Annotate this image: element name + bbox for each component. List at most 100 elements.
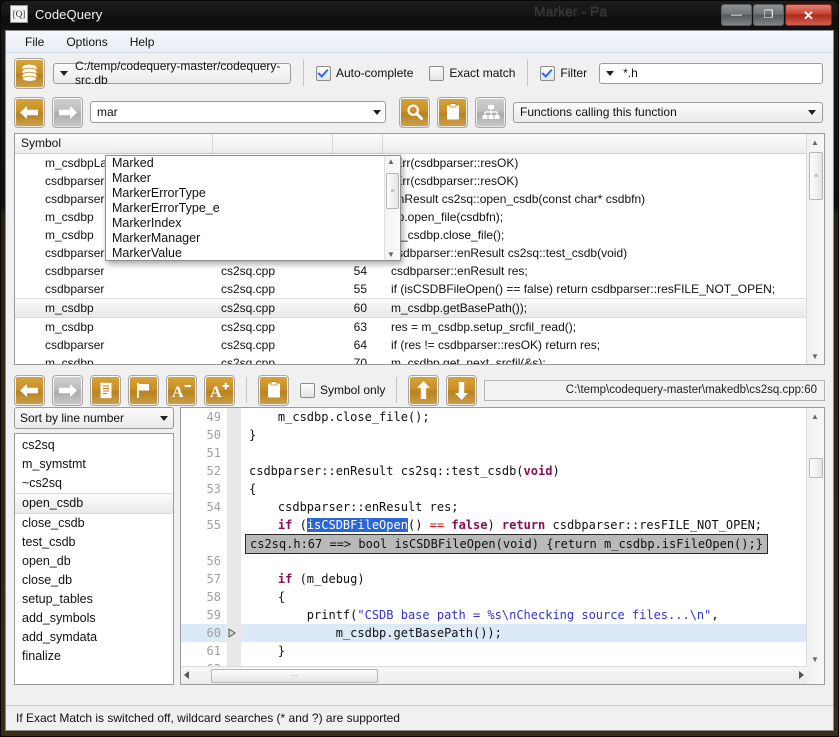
code-scroll-thumb[interactable]	[809, 458, 823, 478]
code-line[interactable]: 49 m_csdbp.close_file();	[181, 408, 807, 426]
symbol-list-item[interactable]: add_symdata	[15, 628, 173, 647]
editor-forward-button[interactable]	[52, 375, 83, 406]
table-row[interactable]: m_csdbpcs2sq.cpp60m_csdbp.getBasePath())…	[15, 298, 824, 318]
symbol-list-item[interactable]: finalize	[15, 647, 173, 666]
symbol-list-item[interactable]: open_csdb	[15, 493, 173, 514]
chevron-down-icon[interactable]	[373, 110, 381, 115]
table-row[interactable]: csdbparsercs2sq.cpp64if (res != csdbpars…	[15, 336, 824, 354]
query-type-combo[interactable]: Functions calling this function	[513, 102, 823, 123]
table-row[interactable]: csdbparsercs2sq.cpp54csdbparser::enResul…	[15, 262, 824, 280]
bookmark-button[interactable]	[128, 375, 159, 406]
table-row[interactable]: csdbparsercs2sq.cpp55if (isCSDBFileOpen(…	[15, 280, 824, 298]
symbol-list-item[interactable]: cs2sq	[15, 436, 173, 455]
code-line-margin[interactable]	[227, 642, 241, 660]
filter-combo[interactable]: *.h	[599, 63, 823, 84]
menu-options[interactable]: Options	[55, 33, 118, 51]
scroll-down-icon[interactable]: ▼	[387, 250, 395, 259]
prev-match-button[interactable]	[408, 375, 439, 406]
code-line[interactable]: 51	[181, 444, 807, 462]
code-line-margin[interactable]	[227, 570, 241, 588]
editor-copy-button[interactable]	[258, 375, 289, 406]
autocomplete-checkbox[interactable]: Auto-complete	[316, 66, 413, 81]
minimize-button[interactable]: —	[721, 4, 752, 26]
run-search-button[interactable]	[399, 97, 430, 128]
column-header-symbol[interactable]: Symbol	[15, 134, 213, 153]
column-header-line[interactable]	[333, 134, 383, 153]
filter-checkbox[interactable]: Filter	[540, 66, 587, 81]
code-line-margin[interactable]	[227, 552, 241, 570]
code-line-margin[interactable]	[227, 624, 241, 642]
code-line[interactable]: 54 csdbparser::enResult res;	[181, 498, 807, 516]
code-vertical-scrollbar[interactable]: ▲ ▼	[806, 408, 824, 684]
scroll-down-icon[interactable]: ▼	[807, 651, 823, 667]
symbol-list-item[interactable]: setup_tables	[15, 590, 173, 609]
code-line-margin[interactable]	[227, 444, 241, 462]
scroll-up-icon[interactable]: ▲	[807, 134, 823, 150]
autocomplete-item[interactable]: MarkerIndex	[106, 216, 400, 231]
results-scroll-thumb[interactable]: ≡	[809, 152, 823, 200]
symbol-list-item[interactable]: close_csdb	[15, 514, 173, 533]
column-header-text[interactable]	[383, 134, 824, 153]
code-line[interactable]: 60 m_csdbp.getBasePath());	[181, 624, 807, 642]
symbol-list-item[interactable]: ~cs2sq	[15, 474, 173, 493]
exact-match-checkbox[interactable]: Exact match	[429, 66, 515, 81]
code-line-margin[interactable]	[227, 606, 241, 624]
symbol-list-item[interactable]: test_csdb	[15, 533, 173, 552]
autocomplete-item[interactable]: MarkerErrorType	[106, 186, 400, 201]
code-line-margin[interactable]	[227, 426, 241, 444]
search-forward-button[interactable]	[52, 97, 83, 128]
symbol-list-item[interactable]: add_symbols	[15, 609, 173, 628]
menu-help[interactable]: Help	[119, 33, 166, 51]
next-match-button[interactable]	[446, 375, 477, 406]
table-row[interactable]: m_csdbpcs2sq.cpp63res = m_csdbp.setup_sr…	[15, 318, 824, 336]
code-line[interactable]: 52csdbparser::enResult cs2sq::test_csdb(…	[181, 462, 807, 480]
autocomplete-scroll-thumb[interactable]: ≡	[386, 173, 399, 209]
sort-combo[interactable]: Sort by line number	[14, 407, 174, 429]
symbol-list-item[interactable]: open_db	[15, 552, 173, 571]
font-decrease-button[interactable]: A	[166, 375, 197, 406]
font-increase-button[interactable]: A	[204, 375, 235, 406]
symbol-list-item[interactable]: close_db	[15, 571, 173, 590]
code-line[interactable]: 59 printf("CSDB base path = %s\nChecking…	[181, 606, 807, 624]
code-line-margin[interactable]	[227, 498, 241, 516]
code-line-margin[interactable]	[227, 516, 241, 534]
autocomplete-popup[interactable]: MarkedMarkerMarkerErrorTypeMarkerErrorTy…	[105, 155, 401, 261]
panel-splitter[interactable]	[14, 368, 825, 371]
autocomplete-item[interactable]: MarkerErrorType_e	[106, 201, 400, 216]
close-button[interactable]: ✕	[785, 4, 832, 26]
call-tree-button[interactable]	[475, 97, 506, 128]
menu-file[interactable]: File	[14, 33, 55, 51]
code-line[interactable]: 50}	[181, 426, 807, 444]
code-line[interactable]: 56	[181, 552, 807, 570]
code-hscroll-thumb[interactable]: ⋯	[211, 669, 378, 683]
editor-back-button[interactable]	[14, 375, 45, 406]
search-back-button[interactable]	[14, 97, 45, 128]
code-line[interactable]: 55 if (isCSDBFileOpen() == false) return…	[181, 516, 807, 534]
code-line[interactable]: 53{	[181, 480, 807, 498]
open-database-button[interactable]	[14, 58, 45, 89]
symbol-only-checkbox[interactable]: Symbol only	[300, 383, 385, 398]
symbol-list[interactable]: cs2sqm_symstmt~cs2sqopen_csdbclose_csdbt…	[14, 433, 174, 685]
autocomplete-item[interactable]: Marked	[106, 156, 400, 171]
code-line-margin[interactable]	[227, 480, 241, 498]
scroll-up-icon[interactable]: ▲	[387, 157, 395, 166]
results-vertical-scrollbar[interactable]: ▲ ≡ ▼	[806, 134, 824, 364]
autocomplete-item[interactable]: Marker	[106, 171, 400, 186]
open-file-button[interactable]	[90, 375, 121, 406]
autocomplete-item[interactable]: MarkerManager	[106, 231, 400, 246]
code-line-margin[interactable]	[227, 408, 241, 426]
scroll-up-icon[interactable]: ▲	[807, 408, 823, 424]
autocomplete-item[interactable]: MarkerValue	[106, 246, 400, 261]
scroll-down-icon[interactable]: ▼	[807, 348, 823, 364]
table-row[interactable]: m_csdbpcs2sq.cpp70m_csdbp.get_next_srcfi…	[15, 354, 824, 365]
symbol-list-item[interactable]: m_symstmt	[15, 455, 173, 474]
code-line[interactable]: 61 }	[181, 642, 807, 660]
column-header-file[interactable]	[213, 134, 333, 153]
scroll-right-icon[interactable]	[799, 671, 804, 679]
copy-results-button[interactable]	[437, 97, 468, 128]
database-path-combo[interactable]: C:/temp/codequery-master/codequery-src.d…	[53, 63, 291, 84]
code-line-margin[interactable]	[227, 462, 241, 480]
search-input[interactable]: mar	[97, 105, 118, 119]
search-input-combo[interactable]: mar	[90, 101, 386, 123]
autocomplete-scrollbar[interactable]: ▲ ≡ ▼	[384, 156, 400, 260]
